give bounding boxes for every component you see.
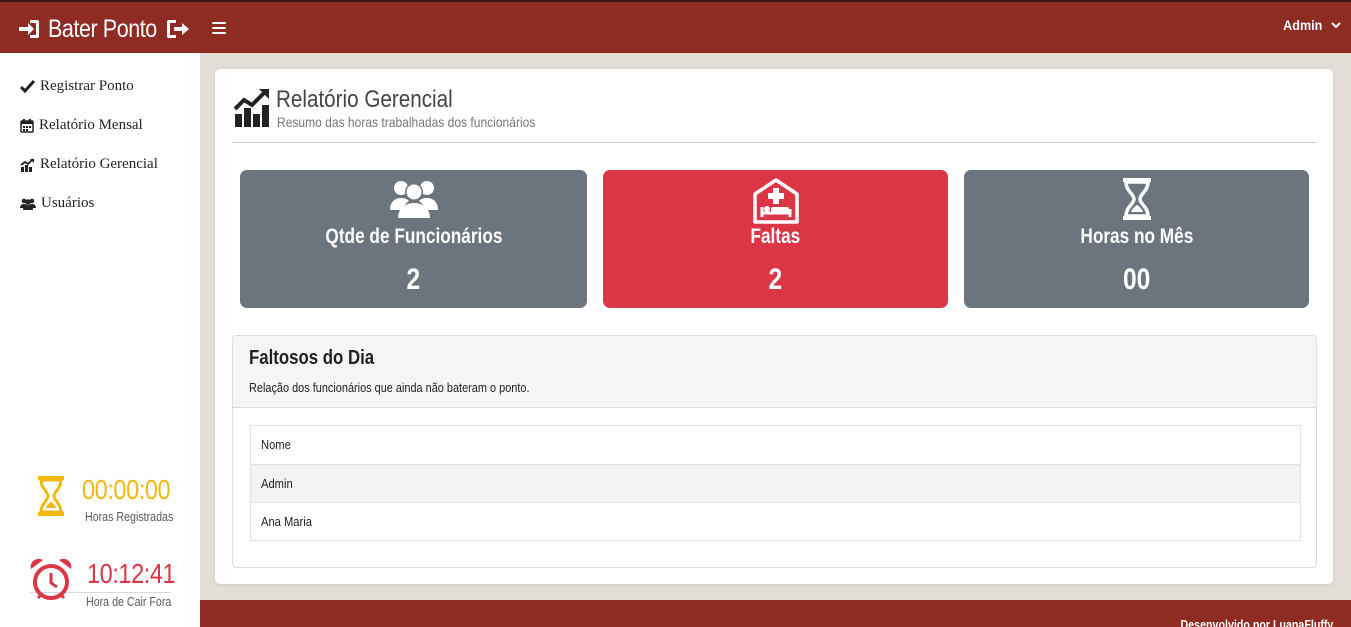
sidebar-item-relatorio-mensal[interactable]: Relatório Mensal bbox=[20, 117, 143, 134]
footer: Desenvolvido por LuanaFluffy bbox=[200, 600, 1351, 627]
top-navbar: Bater Ponto Admin bbox=[0, 0, 1351, 53]
sidebar-item-label: Relatório Gerencial bbox=[40, 156, 158, 172]
stat-label: Qtde de Funcionários bbox=[324, 225, 502, 248]
sidebar-item-label: Registrar Ponto bbox=[40, 78, 134, 94]
sidebar-item-label: Usuários bbox=[41, 195, 95, 211]
chart-icon bbox=[20, 157, 34, 172]
table-cell-name: Admin bbox=[261, 476, 293, 491]
stat-card-employees: Qtde de Funcionários 2 bbox=[240, 170, 587, 308]
absentees-title: Faltosos do Dia bbox=[249, 347, 375, 369]
chevron-down-icon bbox=[1331, 22, 1341, 29]
table-row: Ana Maria bbox=[251, 502, 1300, 540]
chart-line-icon bbox=[234, 89, 269, 127]
sign-out-icon bbox=[167, 20, 189, 38]
hamburger-bar bbox=[212, 22, 226, 24]
exit-time-value: 10:12:41 bbox=[87, 558, 176, 589]
worked-hours-value: 00:00:00 bbox=[82, 474, 171, 505]
stat-label: Faltas bbox=[750, 225, 801, 248]
sidebar: Registrar Ponto Relatório Mensal Relatór… bbox=[0, 53, 200, 627]
main-card: Relatório Gerencial Resumo das horas tra… bbox=[215, 69, 1333, 584]
hourglass-icon bbox=[1122, 178, 1151, 220]
hamburger-bar bbox=[212, 27, 226, 29]
menu-toggle-button[interactable] bbox=[212, 21, 226, 35]
brand-title: Bater Ponto bbox=[48, 14, 157, 43]
page-title: Relatório Gerencial bbox=[276, 86, 453, 113]
users-icon bbox=[389, 181, 438, 218]
alarm-clock-icon bbox=[30, 558, 72, 600]
calendar-icon bbox=[20, 118, 34, 133]
user-menu[interactable]: Admin bbox=[1281, 17, 1341, 33]
page-subtitle: Resumo das horas trabalhadas dos funcion… bbox=[277, 114, 536, 130]
sign-in-icon bbox=[19, 20, 39, 38]
stat-value: 2 bbox=[768, 263, 783, 296]
absentees-panel-header: Faltosos do Dia Relação dos funcionários… bbox=[233, 336, 1316, 408]
stat-value: 00 bbox=[1122, 263, 1151, 296]
sidebar-item-label: Relatório Mensal bbox=[39, 117, 143, 133]
sidebar-item-relatorio-gerencial[interactable]: Relatório Gerencial bbox=[20, 156, 158, 173]
stat-card-month-hours: Horas no Mês 00 bbox=[964, 170, 1309, 308]
column-header-name: Nome bbox=[261, 437, 291, 452]
hourglass-icon bbox=[38, 476, 64, 516]
sidebar-item-registrar-ponto[interactable]: Registrar Ponto bbox=[20, 78, 134, 95]
table-row: Admin bbox=[251, 464, 1300, 502]
table-header-row: Nome bbox=[251, 426, 1300, 464]
user-name: Admin bbox=[1283, 17, 1323, 33]
worked-hours-label: Horas Registradas bbox=[85, 509, 174, 524]
absentees-table: Nome Admin Ana Maria bbox=[250, 425, 1301, 541]
sidebar-item-usuarios[interactable]: Usuários bbox=[20, 195, 94, 212]
check-icon bbox=[20, 80, 35, 93]
hospital-bed-icon bbox=[752, 178, 799, 224]
absentees-panel: Faltosos do Dia Relação dos funcionários… bbox=[232, 335, 1317, 568]
absentees-description: Relação dos funcionários que ainda não b… bbox=[249, 380, 530, 395]
hamburger-bar bbox=[212, 32, 226, 34]
table-cell-name: Ana Maria bbox=[261, 514, 312, 529]
brand[interactable]: Bater Ponto bbox=[18, 11, 190, 47]
exit-time-label: Hora de Cair Fora bbox=[86, 594, 172, 609]
footer-credit: Desenvolvido por LuanaFluffy bbox=[1180, 617, 1333, 627]
users-icon bbox=[20, 198, 36, 210]
stat-value: 2 bbox=[406, 263, 421, 296]
stat-card-absences: Faltas 2 bbox=[603, 170, 948, 308]
stat-label: Horas no Mês bbox=[1080, 225, 1193, 248]
title-divider bbox=[232, 142, 1317, 143]
